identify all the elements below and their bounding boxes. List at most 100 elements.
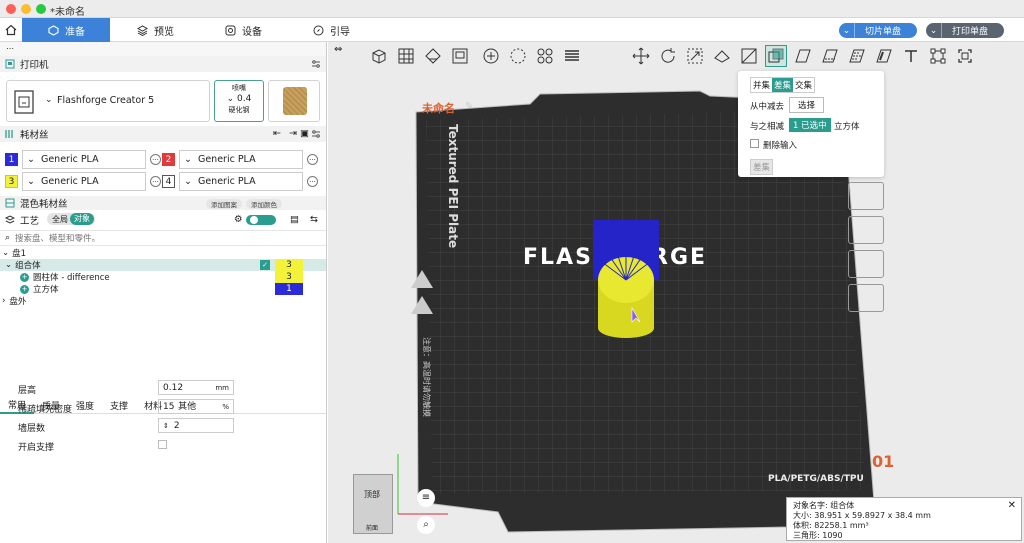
3d-viewport[interactable]: ⇔ 未命名 ✎ Textured PEI Plate 注意：高温时请勿触摸 PL… [328,42,1024,543]
union-button[interactable]: 并集 [751,78,772,92]
filament-select[interactable]: ⌄ Generic PLA [179,172,303,191]
export-filament-icon[interactable]: ⇥ [289,128,297,139]
filament-slot-3[interactable]: 3 ⌄ Generic PLA ··· [5,172,165,191]
select-button[interactable]: 选择 [789,97,825,113]
delete-input-checkbox[interactable] [750,139,759,148]
plate-sliders-icon[interactable] [848,250,884,278]
printer-section-header: 打印机 [0,56,326,72]
slice-plate-button[interactable]: ⌄ 切片单盘 [839,23,917,38]
zoom-icon[interactable]: ⌕ [417,516,435,534]
tree-plate[interactable]: ⌄ 盘1 [0,247,326,259]
toggle-object[interactable]: 对象 [70,213,94,225]
tab-device[interactable]: 设备 [224,18,262,42]
settings-sliders-icon[interactable] [311,129,321,139]
filament-section-title: 耗材丝 [20,130,49,141]
nozzle-selector[interactable]: 喷嘴 ⌄ 0.4 硬化钢 [214,80,264,122]
minimize-window-button[interactable] [21,4,31,14]
edit-filament-icon[interactable]: ▣ [300,128,309,139]
nozzle-value: 0.4 [237,94,252,104]
close-icon[interactable]: ✕ [1008,501,1016,511]
more-options-icon[interactable]: ··· [307,154,318,165]
lock-plate-icon[interactable] [848,216,884,244]
filament-select[interactable]: ⌄ Generic PLA [22,172,146,191]
cube-filament-badge[interactable]: 1 [275,283,303,295]
param-layer-height: 层高 0.12 mm [18,380,318,396]
side-tools [848,182,884,327]
menu-icon[interactable]: ≡ [417,489,435,507]
cylinder-filament-badge[interactable]: 3 [275,271,303,283]
edit-plate-name-icon[interactable]: ✎ [465,101,473,112]
walls-label: 墙层数 [18,424,46,434]
printer-selector[interactable]: ⌄ Flashforge Creator 5 [6,80,210,122]
chevron-down-icon: ⌄ [226,94,238,104]
chevron-down-icon[interactable]: ⌄ [926,23,942,38]
warning-icons [411,270,433,314]
sync-filament-icon[interactable]: ⇤ [273,128,281,139]
plate-settings-icon[interactable] [848,182,884,210]
more-options-icon[interactable]: ··· [307,176,318,187]
view-cube-front-label[interactable]: 前面 [366,523,378,532]
intersection-button[interactable]: 交集 [793,78,814,92]
add-color-button[interactable]: 添加颜色 [246,199,282,209]
layer-height-unit: mm [215,383,229,392]
filament-select[interactable]: ⌄ Generic PLA [179,150,303,169]
more-options-icon[interactable]: ··· [150,176,161,187]
group-filament-badge[interactable]: 3 [275,259,303,271]
compass-icon [312,24,324,36]
home-button[interactable] [0,18,22,42]
walls-stepper[interactable]: ⇕ 2 [158,418,234,433]
left-panel: ⋯ 打印机 ⌄ Flashforge Creator 5 喷嘴 ⌄ 0.4 硬化… [0,42,327,543]
panel-toolbar: ⋯ [0,42,326,56]
slice-plate-label: 切片单盘 [865,27,902,37]
layers-icon [136,24,148,36]
boolean-op-group: 并集 差集 交集 [750,77,816,93]
object-info-panel: 对象名字: 组合体 大小: 38.951 x 59.8927 x 38.4 mm… [786,497,1022,541]
chevron-down-icon: ⌄ [2,248,10,258]
tab-preview[interactable]: 预览 [136,18,174,42]
search-bar[interactable]: ⌕ [0,230,326,246]
filament-slot-1[interactable]: 1 ⌄ Generic PLA ··· [5,150,165,169]
zoom-window-button[interactable] [36,4,46,14]
chevron-down-icon: ⌄ [27,176,35,187]
selected-count[interactable]: 1 已选中 [789,118,831,132]
mix-filament-title: 混色耗材丝 [20,199,68,210]
plate-warning-text: 注意：高温时请勿触摸 [422,337,431,417]
advanced-icon[interactable]: ⚙ [234,214,243,225]
support-checkbox[interactable] [158,440,167,449]
plate-type-selector[interactable] [268,80,320,122]
chevron-down-icon[interactable]: ⌄ [839,23,855,38]
filament-slot-2[interactable]: 2 ⌄ Generic PLA ··· [162,150,322,169]
filament-name: Generic PLA [40,154,99,165]
difference-button[interactable]: 差集 [772,78,794,92]
apply-boolean-button[interactable]: 差集 [750,159,774,175]
settings-sliders-icon[interactable] [311,59,321,69]
layer-height-input[interactable]: 0.12 mm [158,380,234,395]
infill-input[interactable]: 15% [158,399,234,414]
move-to-top-icon[interactable] [848,284,884,312]
filament-select[interactable]: ⌄ Generic PLA [22,150,146,169]
search-input[interactable] [15,232,315,245]
close-window-button[interactable] [6,4,16,14]
stepper-icon[interactable]: ⇕ [163,422,169,430]
copy-settings-icon[interactable]: ▤ [290,214,299,225]
tree-outside[interactable]: › 盘外 [0,295,326,307]
toggle-global[interactable]: 全局 [52,214,68,225]
plate-name[interactable]: 未命名 [422,100,455,116]
more-options-icon[interactable]: ··· [150,154,161,165]
print-plate-button[interactable]: ⌄ 打印单盘 [926,23,1004,38]
filament-icon [5,130,13,138]
tab-guide[interactable]: 引导 [312,18,350,42]
filament-slot-4[interactable]: 4 ⌄ Generic PLA ··· [162,172,322,191]
view-cube[interactable]: 顶部 前面 [353,474,393,534]
model-object[interactable] [590,218,662,342]
add-pattern-button[interactable]: 添加图案 [206,199,242,209]
search-icon: ⌕ [5,233,11,243]
compare-settings-icon[interactable]: ⇆ [310,214,318,225]
warning-icon [411,270,433,288]
view-cube-top-label[interactable]: 顶部 [364,489,380,500]
chevron-down-icon: ⌄ [5,260,13,270]
check-icon[interactable]: ✓ [260,260,270,270]
tab-prepare[interactable]: 准备 [22,18,110,42]
walls-value: 2 [173,420,180,431]
more-menu-icon[interactable]: ⋯ [6,44,14,53]
